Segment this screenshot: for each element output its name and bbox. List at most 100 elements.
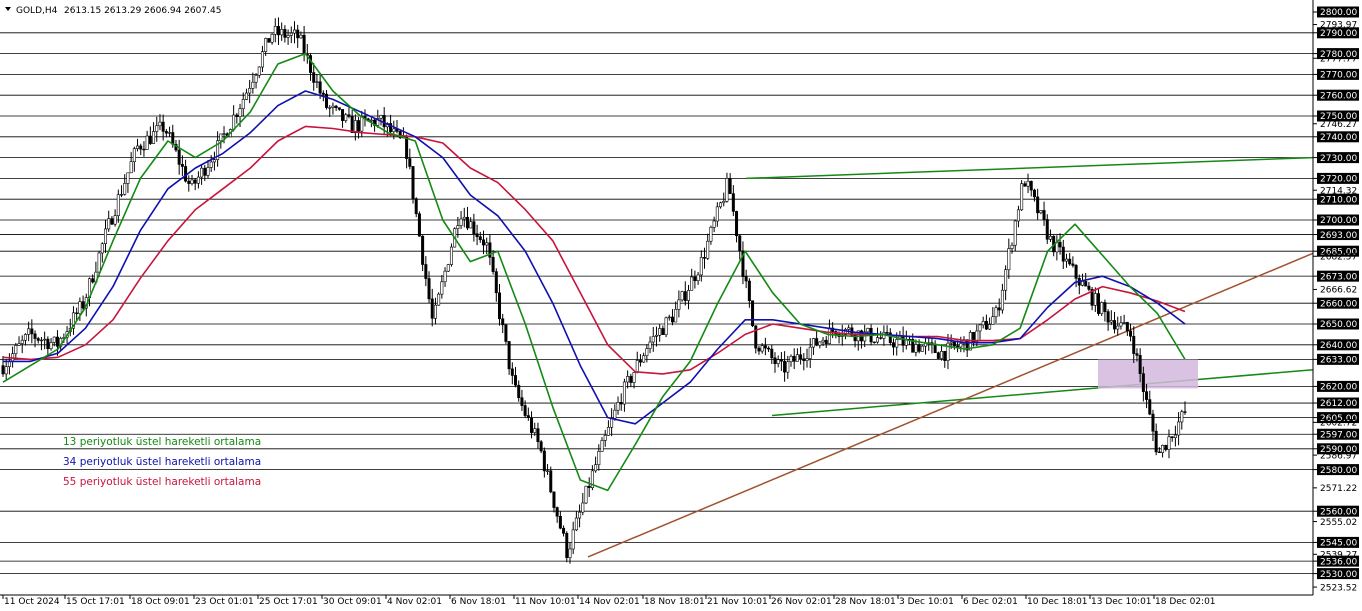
candle-body[interactable] — [1148, 399, 1152, 415]
candle-body[interactable] — [776, 359, 780, 364]
candle-body[interactable] — [481, 239, 485, 246]
candle-body[interactable] — [472, 221, 476, 235]
candle-body[interactable] — [754, 325, 758, 349]
candle-body[interactable] — [645, 348, 649, 357]
candle-body[interactable] — [264, 38, 268, 52]
candle-body[interactable] — [1020, 183, 1024, 211]
candle-body[interactable] — [152, 131, 156, 144]
candle-body[interactable] — [1048, 235, 1052, 240]
candle-body[interactable] — [168, 132, 172, 134]
candle-body[interactable] — [638, 360, 642, 363]
candle-body[interactable] — [783, 360, 787, 373]
candle-body[interactable] — [104, 228, 108, 245]
candle-body[interactable] — [196, 176, 200, 184]
candle-body[interactable] — [680, 291, 684, 301]
candle-body[interactable] — [635, 360, 639, 373]
candle-body[interactable] — [571, 529, 575, 550]
candle-body[interactable] — [501, 318, 505, 326]
candle-body[interactable] — [312, 72, 316, 83]
candle-body[interactable] — [1045, 219, 1049, 240]
candle-body[interactable] — [427, 278, 431, 300]
candle-body[interactable] — [539, 441, 543, 452]
candle-body[interactable] — [203, 167, 207, 176]
candle-body[interactable] — [1007, 248, 1011, 271]
candle-body[interactable] — [433, 304, 437, 319]
candle-body[interactable] — [988, 324, 992, 330]
candle-body[interactable] — [795, 354, 799, 362]
candle-body[interactable] — [1106, 311, 1110, 323]
candle-body[interactable] — [549, 470, 553, 493]
candle-body[interactable] — [421, 235, 425, 265]
candle-body[interactable] — [485, 242, 489, 246]
candle-body[interactable] — [456, 225, 460, 229]
candle-body[interactable] — [30, 328, 34, 335]
candle-body[interactable] — [683, 291, 687, 301]
candle-body[interactable] — [75, 312, 79, 314]
candle-body[interactable] — [1125, 322, 1129, 332]
candle-body[interactable] — [139, 145, 143, 150]
candle-body[interactable] — [805, 358, 809, 361]
candle-body[interactable] — [984, 320, 988, 330]
candle-body[interactable] — [1180, 411, 1184, 423]
candle-body[interactable] — [110, 218, 114, 225]
candle-body[interactable] — [350, 116, 354, 134]
candle-body[interactable] — [440, 281, 444, 295]
candle-body[interactable] — [744, 276, 748, 282]
candle-body[interactable] — [379, 115, 383, 119]
candle-body[interactable] — [325, 93, 329, 108]
candle-body[interactable] — [1036, 196, 1040, 214]
candle-body[interactable] — [1103, 302, 1107, 312]
candle-body[interactable] — [498, 292, 502, 320]
candle-body[interactable] — [811, 338, 815, 348]
candle-body[interactable] — [1026, 180, 1030, 187]
candle-body[interactable] — [642, 355, 646, 363]
candle-body[interactable] — [136, 145, 140, 149]
candle-body[interactable] — [1023, 183, 1027, 187]
candle-body[interactable] — [369, 119, 373, 122]
candle-body[interactable] — [706, 240, 710, 259]
candle-body[interactable] — [331, 105, 335, 108]
candle-body[interactable] — [286, 35, 290, 38]
candle-body[interactable] — [1074, 265, 1078, 279]
candle-body[interactable] — [180, 164, 184, 167]
candle-body[interactable] — [360, 116, 364, 132]
candle-body[interactable] — [1016, 209, 1020, 222]
candle-body[interactable] — [613, 409, 617, 419]
candle-body[interactable] — [494, 271, 498, 294]
candle-body[interactable] — [344, 114, 348, 121]
candle-body[interactable] — [738, 235, 742, 252]
candle-body[interactable] — [219, 133, 223, 142]
candle-body[interactable] — [97, 252, 101, 273]
candle-body[interactable] — [206, 167, 210, 176]
candle-body[interactable] — [296, 29, 300, 39]
candle-body[interactable] — [292, 29, 296, 34]
candle-body[interactable] — [895, 339, 899, 348]
candle-body[interactable] — [879, 337, 883, 339]
candle-body[interactable] — [507, 341, 511, 370]
candle-body[interactable] — [475, 233, 479, 237]
candle-body[interactable] — [536, 428, 540, 443]
candle-body[interactable] — [600, 440, 604, 452]
candle-body[interactable] — [629, 376, 633, 383]
candle-body[interactable] — [526, 415, 530, 418]
candle-body[interactable] — [981, 320, 985, 326]
candle-body[interactable] — [677, 299, 681, 310]
candle-body[interactable] — [446, 264, 450, 272]
candle-body[interactable] — [1, 365, 5, 375]
candle-body[interactable] — [120, 194, 124, 196]
candle-body[interactable] — [20, 339, 24, 344]
candle-body[interactable] — [770, 348, 774, 359]
candle-body[interactable] — [1167, 436, 1171, 450]
candle-body[interactable] — [232, 114, 236, 130]
candle-body[interactable] — [658, 328, 662, 336]
candle-body[interactable] — [437, 293, 441, 306]
candle-body[interactable] — [1013, 220, 1017, 246]
candle-body[interactable] — [1087, 285, 1091, 290]
candle-body[interactable] — [824, 339, 828, 344]
candle-body[interactable] — [1010, 244, 1014, 249]
candle-body[interactable] — [1141, 373, 1145, 392]
candle-body[interactable] — [1129, 330, 1133, 337]
candle-body[interactable] — [235, 114, 239, 117]
candle-body[interactable] — [792, 355, 796, 362]
candle-body[interactable] — [693, 276, 697, 281]
